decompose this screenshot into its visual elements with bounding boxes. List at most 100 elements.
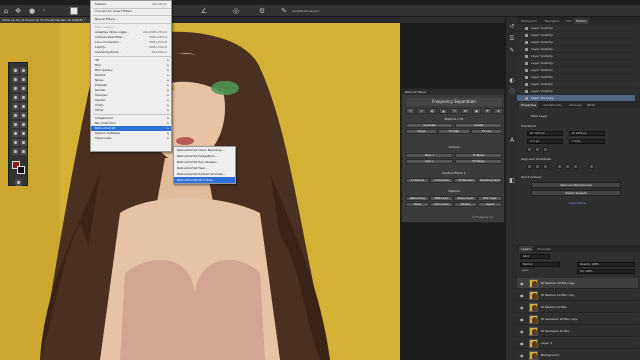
history-row[interactable]: Layer Visibility	[517, 25, 635, 32]
brush-size-icon[interactable]: ◦	[40, 7, 48, 15]
panel-header[interactable]: Retouch Ninja	[402, 89, 504, 95]
angle-icon[interactable]: ∠	[200, 7, 208, 15]
shape-tool-icon[interactable]	[20, 139, 27, 146]
menu-item-vanishing[interactable]: Vanishing Point... Alt+Ctrl+V	[91, 50, 171, 55]
hand-tool-icon[interactable]	[12, 148, 19, 155]
adjustments-panel-icon[interactable]: ◐	[508, 77, 516, 85]
scissors-icon[interactable]: ✀	[461, 108, 470, 114]
tab-navigator[interactable]: Navigator	[543, 18, 562, 24]
history-panel-icon[interactable]: ↺	[508, 23, 516, 31]
option-btn-blur[interactable]: Blur Layer	[478, 196, 502, 201]
color-swatch[interactable]	[70, 7, 78, 15]
tab-paths[interactable]: Paths	[585, 102, 597, 108]
menu-item-neural[interactable]: Neural Filters...	[91, 17, 171, 22]
eraser-tool-icon[interactable]	[12, 112, 19, 119]
history-row[interactable]: Layer Visibility	[517, 46, 635, 53]
dodge-tool-icon[interactable]	[20, 121, 27, 128]
layer-row[interactable]: ◉ Layer 1	[517, 338, 638, 349]
marquee-tool-icon[interactable]	[20, 67, 27, 74]
eye-icon[interactable]: ◉	[520, 281, 524, 286]
eye-icon[interactable]: ◉	[520, 293, 524, 298]
update-button[interactable]: Update	[455, 123, 502, 128]
path-select-tool-icon[interactable]	[12, 139, 19, 146]
remove-background-button[interactable]: Remove Background	[531, 182, 621, 188]
eye-icon[interactable]: ◉	[520, 329, 524, 334]
history-row[interactable]: Layer Visibility	[517, 60, 635, 67]
layer-row[interactable]: ◉ Background	[517, 350, 638, 360]
custom-btn-3[interactable]: 3D Blender	[454, 178, 477, 183]
learn-more-link[interactable]: Learn More	[569, 201, 586, 205]
eye-icon[interactable]: ◉	[520, 341, 524, 346]
custom-btn-4[interactable]: Backdrop Paint	[478, 178, 502, 183]
eye-icon[interactable]: ◉	[520, 353, 524, 358]
home-icon[interactable]: ⌂	[2, 7, 10, 15]
align-right-icon[interactable]	[543, 164, 548, 169]
quick-mask-icon[interactable]	[15, 179, 22, 186]
layers-panel-icon[interactable]: ◧	[508, 177, 516, 185]
layer-row[interactable]: ◉ RI Median 10 Ble copy	[517, 290, 638, 301]
sparkle-icon[interactable]: ✦	[417, 108, 426, 114]
submenu-item-skin-tone[interactable]: RetouchArtist Skin Tone...	[174, 177, 235, 183]
tab-libraries[interactable]: Libraries	[567, 102, 584, 108]
history-row[interactable]: Layer Visibility	[517, 67, 635, 74]
history-brush-tool-icon[interactable]	[20, 103, 27, 110]
history-row[interactable]: Layer Visibility	[517, 81, 635, 88]
generate-button[interactable]: Generate	[406, 123, 453, 128]
pressure-icon[interactable]: ✎	[280, 7, 288, 15]
info-panel-icon[interactable]: ⓘ	[508, 89, 516, 97]
eye-icon[interactable]: ◉	[520, 305, 524, 310]
option-btn-healing[interactable]: Healing	[454, 202, 477, 207]
align-middle-icon[interactable]	[565, 164, 570, 169]
fs-low-button[interactable]: FS Low	[471, 129, 502, 134]
option-btn-sharp[interactable]: Sharp Layer	[454, 196, 477, 201]
height-field[interactable]: H: 1050 px	[569, 131, 605, 136]
quick-select-tool-icon[interactable]	[20, 76, 27, 83]
align-left-icon[interactable]	[527, 164, 532, 169]
blend-mode-select[interactable]: Normal	[520, 262, 560, 267]
brush-preset-icon[interactable]: ●	[28, 7, 36, 15]
fs-blend-button[interactable]: FS Blend	[455, 153, 502, 158]
history-row[interactable]: Layer Visibility	[517, 32, 635, 39]
target-icon[interactable]: ◎	[232, 7, 240, 15]
tab-adjustments[interactable]: Adjustments	[541, 102, 564, 108]
fs-merge-button[interactable]: FS Merge	[455, 159, 502, 164]
gradient-tool-icon[interactable]	[20, 112, 27, 119]
eye-icon[interactable]: ◉	[520, 317, 524, 322]
menu-icon[interactable]: ☰	[406, 108, 415, 114]
history-row[interactable]: Layer Visibility	[517, 88, 635, 95]
star-icon[interactable]: ★	[494, 108, 503, 114]
healing-tool-icon[interactable]	[12, 94, 19, 101]
option-btn-layers[interactable]: Layers	[478, 202, 502, 207]
pen-tool-icon[interactable]	[12, 130, 19, 137]
flip-h-icon[interactable]	[535, 147, 540, 152]
history-row[interactable]: Layer Visibility	[517, 53, 635, 60]
triangle-icon[interactable]: ▲	[439, 108, 448, 114]
opacity-field[interactable]: Opacity: 100%	[577, 262, 635, 267]
move-tool-icon[interactable]	[12, 67, 19, 74]
select-subject-button[interactable]: Select Subject	[531, 190, 621, 196]
eyedropper-tool-icon[interactable]	[20, 85, 27, 92]
option-btn-db-layer[interactable]: D&B Layer	[430, 196, 453, 201]
layer-row[interactable]: ◉ RI Gaussian 10 Ble copy	[517, 314, 638, 325]
history-row[interactable]: Layer Visibility	[517, 39, 635, 46]
align-label[interactable]: Align and Distribute	[521, 157, 551, 161]
layer-kind-filter[interactable]: Kind	[520, 254, 550, 259]
zoom-tool-icon[interactable]	[20, 148, 27, 155]
crop-tool-icon[interactable]	[12, 85, 19, 92]
less-button[interactable]: Less ↓	[406, 159, 453, 164]
move-tool-icon[interactable]: ✥	[14, 7, 22, 15]
history-row[interactable]: Layer Visibility	[517, 74, 635, 81]
custom-btn-2[interactable]: 2 Channels	[430, 178, 453, 183]
option-btn-retouching[interactable]: Retouching	[406, 196, 429, 201]
rotate-icon[interactable]	[527, 147, 532, 152]
lasso-tool-icon[interactable]	[12, 76, 19, 83]
brush-tool-icon[interactable]	[20, 94, 27, 101]
contrast-icon[interactable]: ◐	[428, 108, 437, 114]
menu-item-topaz[interactable]: Topaz Labs ▸	[91, 136, 171, 141]
sample-all-layers-label[interactable]: Sample All Layers	[292, 9, 319, 13]
quick-actions-label[interactable]: Quick Actions	[521, 175, 541, 179]
type-tool-icon[interactable]	[20, 130, 27, 137]
menu-item-median[interactable]: Median Alt+Ctrl+F	[91, 2, 171, 7]
stamp-tool-icon[interactable]	[12, 103, 19, 110]
layer-row[interactable]: ◉ RI Median 10 Ble copy	[517, 278, 638, 289]
